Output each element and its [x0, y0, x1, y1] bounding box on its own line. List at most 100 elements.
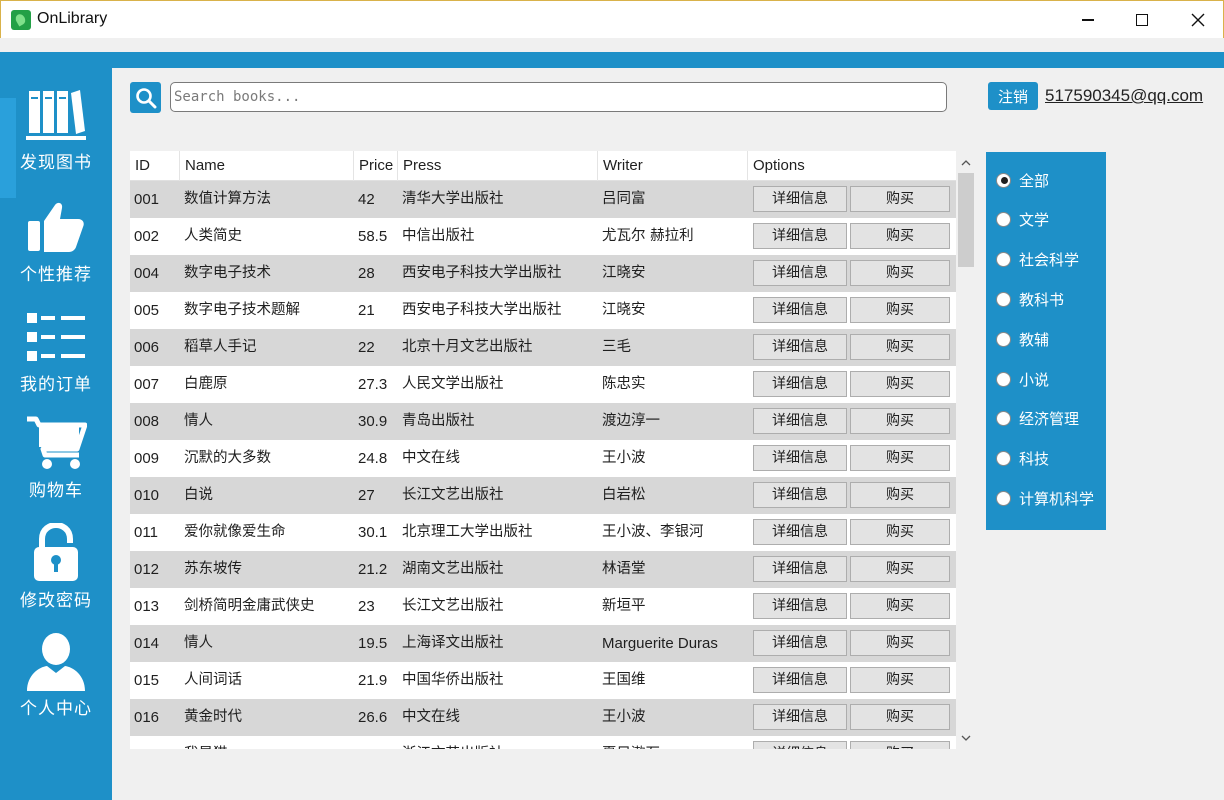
column-header-press[interactable]: Press [398, 151, 598, 181]
scroll-thumb[interactable] [958, 173, 974, 267]
buy-button[interactable]: 购买 [850, 371, 950, 397]
category-option[interactable]: 经济管理 [996, 408, 1079, 430]
search-input[interactable] [170, 82, 947, 112]
table-row[interactable]: 009 沉默的大多数 24.8 中文在线 王小波 详细信息 购买 [130, 440, 956, 477]
detail-button[interactable]: 详细信息 [753, 445, 847, 471]
category-label: 社会科学 [1019, 251, 1080, 270]
radio-icon[interactable] [996, 212, 1011, 228]
buy-button[interactable]: 购买 [850, 223, 950, 249]
table-row[interactable]: 002 人类简史 58.5 中信出版社 尤瓦尔 赫拉利 详细信息 购买 [130, 218, 956, 255]
detail-button[interactable]: 详细信息 [753, 408, 847, 434]
detail-button[interactable]: 详细信息 [753, 297, 847, 323]
radio-icon[interactable] [996, 172, 1011, 188]
books-table: ID Name Price Press Writer Options 001 数值… [130, 151, 956, 749]
table-row[interactable]: 004 数字电子技术 28 西安电子科技大学出版社 江晓安 详细信息 购买 [130, 255, 956, 292]
table-scrollbar[interactable] [956, 151, 976, 749]
radio-icon[interactable] [996, 371, 1011, 387]
buy-button[interactable]: 购买 [850, 741, 950, 749]
buy-button[interactable]: 购买 [850, 445, 950, 471]
radio-icon[interactable] [996, 451, 1011, 467]
buy-button[interactable]: 购买 [850, 556, 950, 582]
maximize-button[interactable] [1119, 1, 1165, 39]
detail-button[interactable]: 详细信息 [753, 186, 847, 212]
category-option[interactable]: 计算机科学 [996, 487, 1094, 509]
buy-button[interactable]: 购买 [850, 593, 950, 619]
logout-button[interactable]: 注销 [988, 82, 1038, 110]
category-option[interactable]: 全部 [996, 169, 1049, 191]
scroll-down-button[interactable] [956, 729, 976, 747]
buy-button[interactable]: 购买 [850, 260, 950, 286]
buy-button[interactable]: 购买 [850, 519, 950, 545]
category-option[interactable]: 社会科学 [996, 249, 1079, 271]
table-row[interactable]: 001 数值计算方法 42 清华大学出版社 吕同富 详细信息 购买 [130, 181, 956, 218]
detail-button[interactable]: 详细信息 [753, 667, 847, 693]
category-option[interactable]: 文学 [996, 209, 1049, 231]
cell-name: 稻草人手记 [184, 339, 257, 355]
table-row[interactable]: 005 数字电子技术题解 21 西安电子科技大学出版社 江晓安 详细信息 购买 [130, 292, 956, 329]
detail-button[interactable]: 详细信息 [753, 260, 847, 286]
category-option[interactable]: 教科书 [996, 288, 1064, 310]
column-header-options[interactable]: Options [748, 151, 956, 181]
detail-button[interactable]: 详细信息 [753, 519, 847, 545]
table-row[interactable]: 014 情人 19.5 上海译文出版社 Marguerite Duras 详细信息 购买 [130, 625, 956, 662]
cell-writer: 三毛 [602, 339, 631, 355]
search-button[interactable] [130, 82, 161, 113]
detail-button[interactable]: 详细信息 [753, 223, 847, 249]
table-row[interactable]: 012 苏东坡传 21.2 湖南文艺出版社 林语堂 详细信息 购买 [130, 551, 956, 588]
minimize-button[interactable] [1065, 1, 1111, 39]
table-row[interactable]: 010 白说 27 长江文艺出版社 白岩松 详细信息 购买 [130, 477, 956, 514]
sidebar-item-recommend[interactable]: 个性推荐 [0, 198, 112, 285]
buy-button[interactable]: 购买 [850, 667, 950, 693]
radio-icon[interactable] [996, 411, 1011, 427]
sidebar-item-profile[interactable]: 个人中心 [0, 632, 112, 719]
sidebar-item-orders[interactable]: 我的订单 [0, 308, 112, 395]
sidebar-item-cart[interactable]: 购物车 [0, 414, 112, 501]
cell-name: 爱你就像爱生命 [184, 524, 286, 540]
buy-button[interactable]: 购买 [850, 334, 950, 360]
table-row[interactable]: 007 白鹿原 27.3 人民文学出版社 陈忠实 详细信息 购买 [130, 366, 956, 403]
detail-button[interactable]: 详细信息 [753, 482, 847, 508]
buy-button[interactable]: 购买 [850, 704, 950, 730]
radio-icon[interactable] [996, 490, 1011, 506]
detail-button[interactable]: 详细信息 [753, 630, 847, 656]
radio-icon[interactable] [996, 331, 1011, 347]
cell-writer: 吕同富 [602, 191, 646, 207]
column-header-writer[interactable]: Writer [598, 151, 748, 181]
category-option[interactable]: 小说 [996, 368, 1049, 390]
column-header-price[interactable]: Price [354, 151, 398, 181]
sidebar-item-change-password[interactable]: 修改密码 [0, 523, 112, 611]
table-row[interactable]: 015 人间词话 21.9 中国华侨出版社 王国维 详细信息 购买 [130, 662, 956, 699]
radio-icon[interactable] [996, 252, 1011, 268]
sidebar-item-discover-books[interactable]: 发现图书 [0, 86, 112, 198]
column-header-id[interactable]: ID [130, 151, 180, 181]
category-option[interactable]: 教辅 [996, 328, 1049, 350]
buy-button[interactable]: 购买 [850, 408, 950, 434]
detail-button[interactable]: 详细信息 [753, 371, 847, 397]
table-row[interactable]: 006 稻草人手记 22 北京十月文艺出版社 三毛 详细信息 购买 [130, 329, 956, 366]
table-row[interactable]: 011 爱你就像爱生命 30.1 北京理工大学出版社 王小波、李银河 详细信息 购买 [130, 514, 956, 551]
buy-button[interactable]: 购买 [850, 297, 950, 323]
app-logo-icon [11, 10, 31, 30]
detail-button[interactable]: 详细信息 [753, 556, 847, 582]
category-option[interactable]: 科技 [996, 448, 1049, 470]
buy-button[interactable]: 购买 [850, 186, 950, 212]
radio-icon[interactable] [996, 291, 1011, 307]
column-header-name[interactable]: Name [180, 151, 354, 181]
detail-button[interactable]: 详细信息 [753, 593, 847, 619]
table-row[interactable]: 016 黄金时代 26.6 中文在线 王小波 详细信息 购买 [130, 699, 956, 736]
close-button[interactable] [1175, 1, 1221, 39]
table-row[interactable]: 017我是猫29.1浙江文艺出版社夏目漱石详细信息购买 [130, 736, 956, 749]
table-row[interactable]: 013 剑桥简明金庸武侠史 23 长江文艺出版社 新垣平 详细信息 购买 [130, 588, 956, 625]
cell-writer: 林语堂 [602, 561, 646, 577]
scroll-up-button[interactable] [956, 153, 976, 171]
cell-press: 中文在线 [402, 450, 460, 466]
detail-button[interactable]: 详细信息 [753, 334, 847, 360]
detail-button[interactable]: 详细信息 [753, 704, 847, 730]
buy-button[interactable]: 购买 [850, 630, 950, 656]
user-email-link[interactable]: 517590345@qq.com [1045, 86, 1203, 106]
cart-icon [24, 414, 88, 472]
cell-press: 中国华侨出版社 [402, 672, 504, 688]
detail-button[interactable]: 详细信息 [753, 741, 847, 749]
buy-button[interactable]: 购买 [850, 482, 950, 508]
table-row[interactable]: 008 情人 30.9 青岛出版社 渡边淳一 详细信息 购买 [130, 403, 956, 440]
